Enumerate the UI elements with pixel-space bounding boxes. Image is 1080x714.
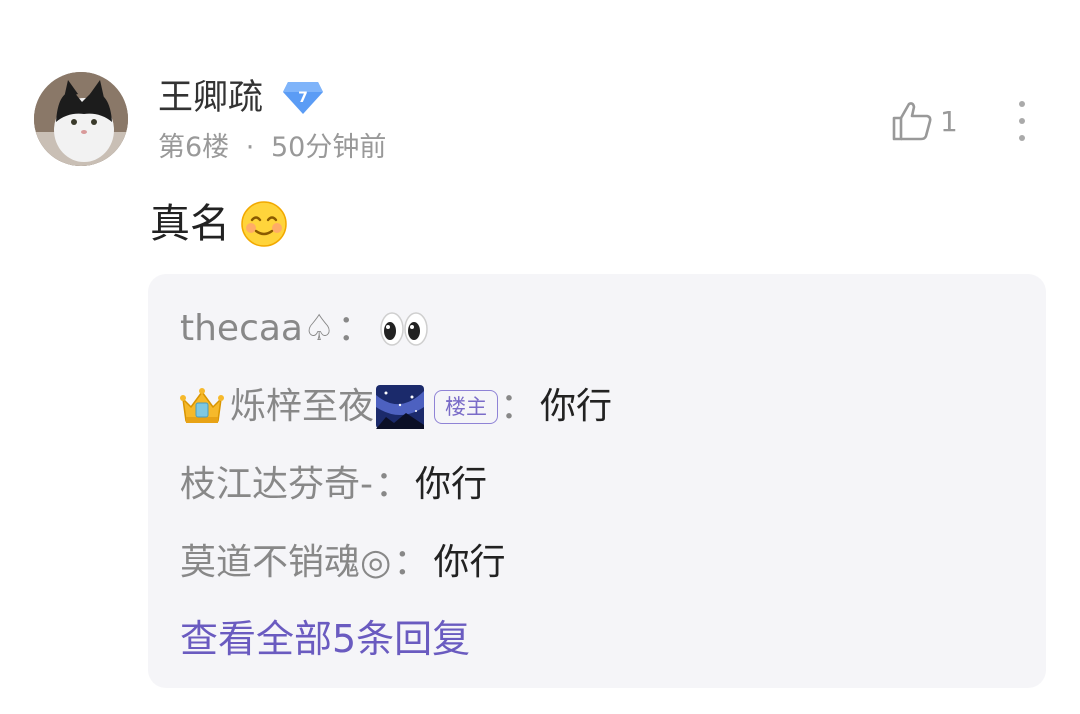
reply-author[interactable]: 烁梓至夜	[230, 382, 374, 432]
night-sky-emoji-icon	[376, 385, 425, 429]
more-vertical-icon-dot	[1019, 135, 1025, 141]
meta-separator: ·	[245, 132, 255, 163]
reply-separator: ：	[375, 464, 412, 505]
smile-emoji-icon	[241, 201, 287, 247]
reply-separator: ：	[500, 386, 537, 427]
level-number: 7	[298, 90, 308, 106]
reply-separator: ：	[393, 542, 430, 583]
reply-text: 你行	[433, 542, 506, 583]
reply-author[interactable]: 莫道不销魂◎	[180, 538, 391, 588]
reply-item[interactable]: 莫道不销魂◎ ： 你行	[180, 538, 505, 588]
like-count: 1	[940, 104, 958, 138]
reply-author[interactable]: thecaa♤	[180, 304, 335, 354]
reply-text: 你行	[540, 386, 613, 427]
reply-item[interactable]: 枝江达芬奇- ： 你行	[180, 460, 487, 510]
more-vertical-icon-dot	[1019, 101, 1025, 107]
view-all-replies-link[interactable]: 查看全部5条回复	[180, 612, 470, 666]
reply-text: 你行	[415, 464, 488, 505]
post-meta: 第6楼 · 50分钟前	[158, 130, 386, 166]
post-time: 50分钟前	[270, 132, 387, 163]
avatar[interactable]	[34, 72, 128, 166]
level-diamond-icon: 7	[282, 80, 324, 116]
more-vertical-icon-dot	[1019, 118, 1025, 124]
thumb-up-icon	[892, 102, 932, 141]
more-options-button[interactable]	[1004, 98, 1040, 144]
username[interactable]: 王卿疏	[158, 76, 263, 120]
avatar-cat-image	[34, 72, 128, 166]
eyes-emoji-icon	[380, 312, 429, 346]
floor-number: 第6楼	[158, 132, 230, 163]
crown-emoji-icon	[180, 388, 224, 423]
host-tag: 楼主	[434, 390, 499, 424]
reply-author[interactable]: 枝江达芬奇-	[180, 460, 373, 510]
post-content: 真名	[150, 196, 288, 252]
post-text: 真名	[150, 201, 230, 247]
reply-separator: ：	[337, 308, 374, 349]
reply-item[interactable]: 烁梓至夜 楼主 ： 你行	[180, 382, 612, 432]
reply-preview-box[interactable]: thecaa♤ ： 烁梓至夜 楼主 ： 你行 枝江达芬奇- ： 你行 莫道不销魂…	[148, 274, 1046, 688]
reply-item[interactable]: thecaa♤ ：	[180, 304, 429, 354]
like-button[interactable]: 1	[890, 98, 970, 144]
